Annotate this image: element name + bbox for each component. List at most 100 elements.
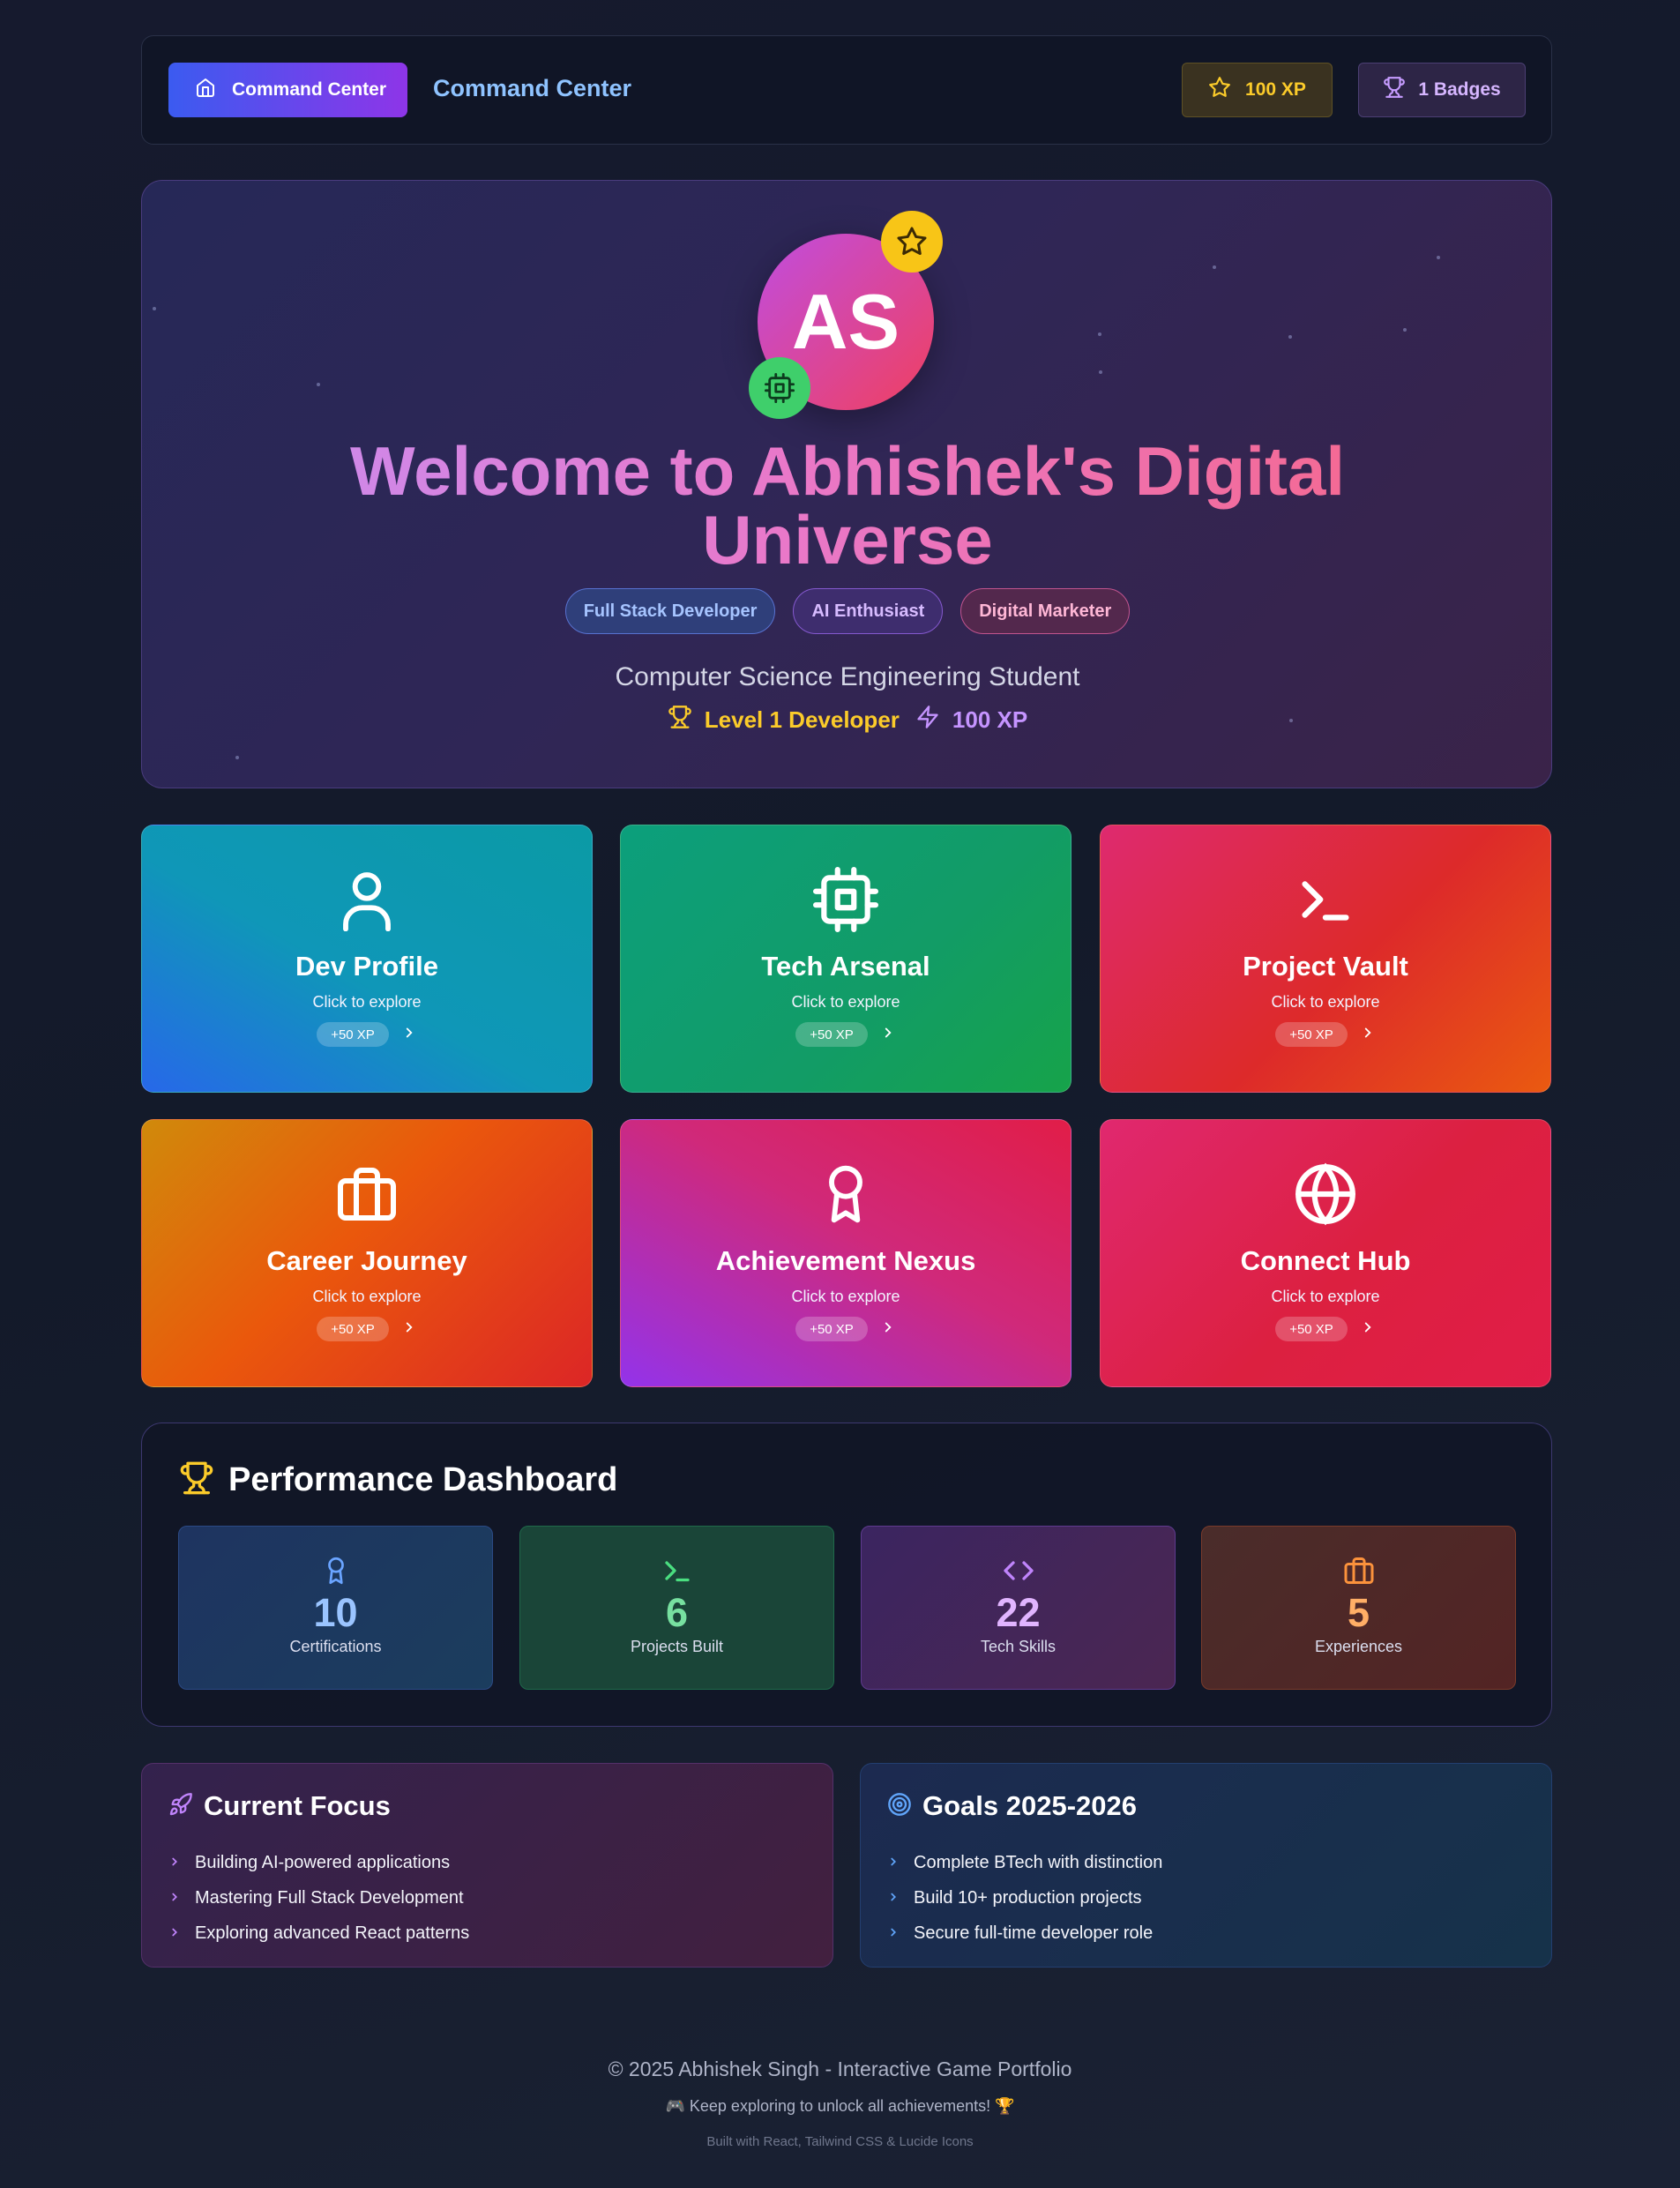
stat-value: 22 <box>996 1590 1041 1635</box>
card-hint: Click to explore <box>1271 1288 1380 1305</box>
award-icon <box>818 1159 874 1229</box>
chevron-right-icon <box>1360 1319 1376 1340</box>
background-star <box>1098 332 1101 336</box>
card-project-vault[interactable]: Project Vault Click to explore +50 XP <box>1100 825 1551 1093</box>
stat-label: Certifications <box>289 1638 382 1655</box>
xp-reward-badge: +50 XP <box>795 1317 868 1341</box>
trophy-icon <box>1383 76 1406 104</box>
stat-card: 5 Experiences <box>1201 1526 1516 1690</box>
stat-value: 5 <box>1347 1590 1370 1635</box>
card-hint: Click to explore <box>791 1288 900 1305</box>
goals-panel: Goals 2025-2026 Complete BTech with dist… <box>860 1763 1552 1968</box>
card-hint: Click to explore <box>312 1288 422 1305</box>
star-icon <box>1208 76 1231 104</box>
card-achievement-nexus[interactable]: Achievement Nexus Click to explore +50 X… <box>620 1119 1071 1387</box>
trophy-icon <box>668 705 692 736</box>
hero-xp-label: 100 XP <box>952 706 1028 733</box>
award-icon <box>323 1553 349 1588</box>
background-star <box>1099 370 1102 374</box>
xp-reward-badge: +50 XP <box>317 1022 389 1047</box>
stat-card: 6 Projects Built <box>519 1526 834 1690</box>
briefcase-icon <box>1342 1553 1376 1588</box>
chevron-right-icon <box>887 1888 900 1908</box>
background-star <box>1288 335 1292 339</box>
card-dev-profile[interactable]: Dev Profile Click to explore +50 XP <box>141 825 593 1093</box>
card-title: Dev Profile <box>295 951 438 982</box>
card-title: Achievement Nexus <box>715 1245 976 1276</box>
level-label: Level 1 Developer <box>704 706 900 733</box>
list-item: Build 10+ production projects <box>887 1880 1162 1915</box>
command-center-button[interactable]: Command Center <box>168 63 407 117</box>
focus-list: Building AI-powered applications Masteri… <box>168 1845 469 1951</box>
chevron-right-icon <box>168 1853 181 1873</box>
lightning-icon <box>915 705 940 736</box>
chevron-right-icon <box>168 1888 181 1908</box>
footer-tagline: 🎮 Keep exploring to unlock all achieveme… <box>665 2097 1015 2115</box>
dashboard-header: Performance Dashboard <box>179 1460 617 1500</box>
card-hint: Click to explore <box>1271 993 1380 1011</box>
stat-label: Experiences <box>1314 1638 1403 1655</box>
chevron-right-icon <box>887 1853 900 1873</box>
chevron-right-icon <box>1360 1025 1376 1045</box>
card-tech-arsenal[interactable]: Tech Arsenal Click to explore +50 XP <box>620 825 1071 1093</box>
xp-reward-badge: +50 XP <box>317 1317 389 1341</box>
list-item-text: Complete BTech with distinction <box>914 1852 1163 1872</box>
card-connect-hub[interactable]: Connect Hub Click to explore +50 XP <box>1100 1119 1551 1387</box>
stat-value: 6 <box>665 1590 689 1635</box>
card-title: Project Vault <box>1243 951 1408 982</box>
list-item: Exploring advanced React patterns <box>168 1915 469 1951</box>
performance-dashboard: Performance Dashboard 10 Certifications … <box>141 1423 1552 1727</box>
globe-icon <box>1293 1159 1358 1229</box>
list-item: Mastering Full Stack Development <box>168 1880 469 1915</box>
card-title: Connect Hub <box>1240 1245 1411 1276</box>
footer-copyright: © 2025 Abhishek Singh - Interactive Game… <box>608 2057 1072 2080</box>
hero-stats: Level 1 Developer 100 XP <box>142 705 1551 736</box>
list-item-text: Secure full-time developer role <box>914 1923 1154 1943</box>
role-tag: Digital Marketer <box>960 588 1131 634</box>
stat-label: Projects Built <box>630 1638 724 1655</box>
hero-subtitle: Computer Science Engineering Student <box>615 662 1080 691</box>
xp-reward-badge: +50 XP <box>1275 1317 1348 1341</box>
chevron-right-icon <box>168 1923 181 1944</box>
command-center-button-label: Command Center <box>232 79 387 100</box>
xp-reward-badge: +50 XP <box>1275 1022 1348 1047</box>
user-icon <box>339 864 395 935</box>
cpu-icon <box>813 864 878 935</box>
home-icon <box>195 77 216 103</box>
top-navbar: Command Center Command Center 100 XP 1 B… <box>141 35 1552 145</box>
page: Command Center Command Center 100 XP 1 B… <box>0 0 1680 2188</box>
background-star <box>1437 256 1440 259</box>
chevron-right-icon <box>887 1923 900 1944</box>
role-tag: AI Enthusiast <box>793 588 944 634</box>
chevron-right-icon <box>880 1319 896 1340</box>
background-star <box>153 307 156 310</box>
footer-built-with: Built with React, Tailwind CSS & Lucide … <box>706 2134 974 2149</box>
panel-title: Goals 2025-2026 <box>922 1790 1138 1821</box>
nav-title: Command Center <box>433 75 632 101</box>
card-title: Career Journey <box>266 1245 467 1276</box>
chevron-right-icon <box>880 1025 896 1045</box>
cpu-badge-icon <box>749 357 810 419</box>
list-item-text: Build 10+ production projects <box>914 1887 1142 1908</box>
list-item: Complete BTech with distinction <box>887 1845 1162 1880</box>
badges-counter-label: 1 Badges <box>1418 79 1501 100</box>
star-badge-icon <box>881 211 943 273</box>
code-icon <box>1001 1553 1036 1588</box>
card-title: Tech Arsenal <box>761 951 930 982</box>
stat-value: 10 <box>313 1590 358 1635</box>
stat-card: 10 Certifications <box>178 1526 493 1690</box>
card-hint: Click to explore <box>312 993 422 1011</box>
terminal-icon <box>661 1553 693 1588</box>
trophy-icon <box>179 1460 214 1500</box>
dashboard-title: Performance Dashboard <box>228 1461 618 1498</box>
xp-reward-badge: +50 XP <box>795 1022 868 1047</box>
background-star <box>235 756 239 759</box>
current-focus-panel: Current Focus Building AI-powered applic… <box>141 1763 833 1968</box>
background-star <box>1213 265 1216 269</box>
chevron-right-icon <box>401 1025 417 1045</box>
list-item-text: Mastering Full Stack Development <box>195 1887 464 1908</box>
terminal-icon <box>1295 864 1356 935</box>
xp-counter: 100 XP <box>1182 63 1333 117</box>
list-item: Building AI-powered applications <box>168 1845 469 1880</box>
card-career-journey[interactable]: Career Journey Click to explore +50 XP <box>141 1119 593 1387</box>
